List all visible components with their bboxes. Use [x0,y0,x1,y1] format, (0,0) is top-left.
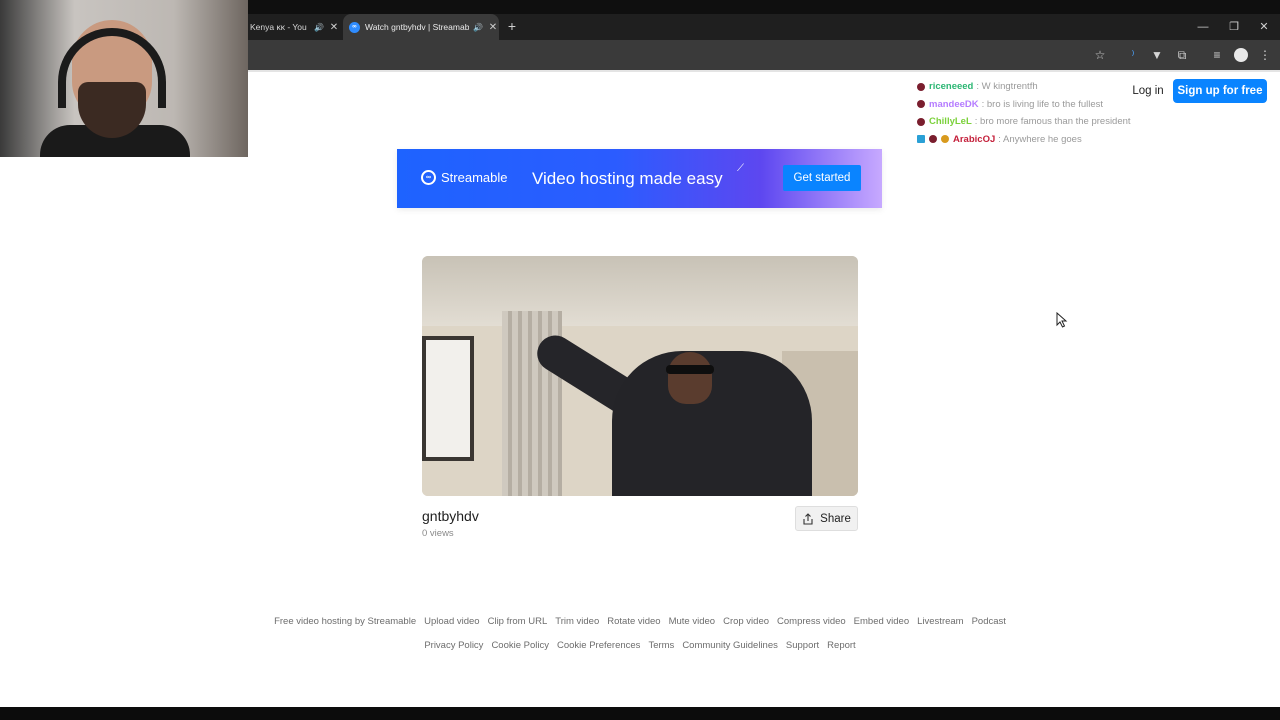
video-view-count: 0 views [422,528,454,539]
streamable-logo-icon: ∞ [421,170,436,185]
footer-link[interactable]: Podcast [972,616,1006,627]
chat-text: : W kingtrentfh [976,81,1038,93]
share-icon [803,512,813,525]
footer-link[interactable]: Community Guidelines [682,640,778,651]
chat-username: mandeeDK [929,98,979,110]
chat-badge-icon [917,82,925,91]
footer-link[interactable]: Crop video [723,616,769,627]
banner-tagline: Video hosting made easy [532,169,723,188]
speaker-icon[interactable]: 🔊 [314,23,324,32]
footer-link[interactable]: Livestream [917,616,963,627]
chat-username: ArabicOJ [953,133,996,145]
extension-shield-icon[interactable]: ▼ [1150,48,1164,62]
tab-youtube[interactable]: Kenya ᴋᴋ - You 🔊 ✕ [248,14,340,40]
footer-link[interactable]: Embed video [854,616,909,627]
menu-kebab-icon[interactable]: ⋮ [1258,48,1272,62]
extensions-puzzle-icon[interactable]: ⧉ [1175,48,1189,62]
speaker-icon[interactable]: 🔊 [473,23,483,32]
video-player[interactable] [422,256,858,496]
bottom-letterbox [0,707,1280,720]
minimize-icon[interactable]: — [1196,20,1210,34]
chat-badge-icon [929,135,937,144]
chat-message: ChillyLeL : bro more famous than the pre… [917,113,1177,131]
bookmark-star-icon[interactable]: ☆ [1093,48,1107,62]
footer-link[interactable]: Rotate video [607,616,660,627]
chat-text: : bro is living life to the fullest [981,98,1104,110]
signup-button[interactable]: Sign up for free [1173,79,1267,103]
close-icon[interactable]: ✕ [1257,20,1271,34]
extension-wave-icon[interactable]: ⁾ [1126,48,1140,62]
chat-text: : Anywhere he goes [998,133,1082,145]
footer-link[interactable]: Clip from URL [488,616,548,627]
share-button[interactable]: Share [795,506,858,531]
sparkle-icon: ⟋ [737,163,744,174]
footer-link[interactable]: Free video hosting by Streamable [274,616,416,627]
footer-link[interactable]: Compress video [777,616,846,627]
chat-message: ArabicOJ : Anywhere he goes [917,131,1177,149]
tab-title: Kenya ᴋᴋ - You [250,22,307,32]
footer-link[interactable]: Report [827,640,856,651]
chat-badge-icon [941,135,949,144]
video-frame-face [668,352,712,404]
mouse-cursor-icon [1056,312,1068,328]
close-tab-icon[interactable]: ✕ [487,22,499,33]
close-tab-icon[interactable]: ✕ [328,22,340,33]
profile-avatar-icon[interactable] [1234,48,1248,62]
tab-title: Watch gntbyhdv | Streamab [365,22,469,32]
footer-link[interactable]: Cookie Policy [491,640,549,651]
chat-badge-icon [917,100,925,109]
restore-icon[interactable]: ❐ [1227,20,1241,34]
footer-link[interactable]: Support [786,640,819,651]
footer-links-legal: Privacy Policy Cookie Policy Cookie Pref… [0,640,1280,651]
footer-links-primary: Free video hosting by Streamable Upload … [0,616,1280,627]
tab-streamable[interactable]: ∞ Watch gntbyhdv | Streamab 🔊 ✕ [343,14,499,40]
media-control-icon[interactable]: ≡ [1210,48,1224,62]
footer-link[interactable]: Trim video [555,616,599,627]
footer-link[interactable]: Cookie Preferences [557,640,640,651]
chat-badge-icon [917,117,925,126]
footer-link[interactable]: Terms [648,640,674,651]
chat-username: ChillyLeL [929,116,972,128]
video-frame-sunglasses [666,365,714,374]
chat-badge-icon [917,135,925,144]
chat-username: riceneeed [929,81,974,93]
screen: Kenya ᴋᴋ - You 🔊 ✕ ∞ Watch gntbyhdv | St… [0,0,1280,720]
get-started-button[interactable]: Get started [783,165,861,191]
footer-link[interactable]: Mute video [669,616,715,627]
promo-banner[interactable]: ∞ Streamable Video hosting made easy ⟋ G… [397,149,882,208]
streamable-favicon-icon: ∞ [349,21,360,33]
footer-link[interactable]: Upload video [424,616,479,627]
video-title: gntbyhdv [422,508,479,524]
webcam-overlay [0,0,248,157]
video-frame-window [422,336,474,461]
banner-brand: Streamable [441,170,508,185]
chat-text: : bro more famous than the president [974,116,1131,128]
footer-link[interactable]: Privacy Policy [424,640,483,651]
share-label: Share [820,512,851,525]
new-tab-button[interactable]: + [505,19,519,33]
video-frame-ceiling [422,256,858,326]
login-button[interactable]: Log in [1126,80,1170,102]
